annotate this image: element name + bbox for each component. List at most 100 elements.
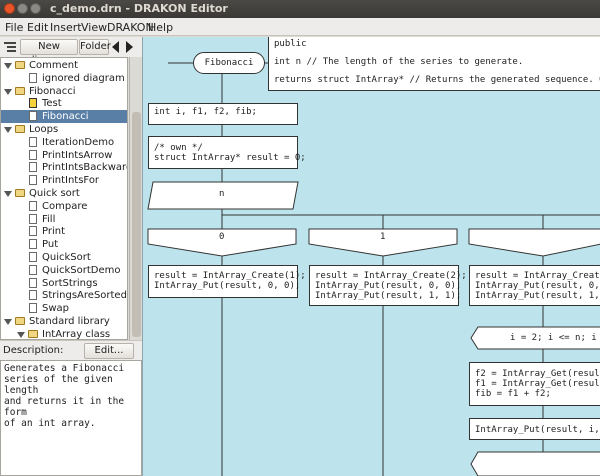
case-0-label: 0 (219, 232, 225, 242)
tree-item[interactable]: Test (1, 97, 127, 110)
tree-item[interactable]: ignored diagram (1, 72, 127, 85)
folder-icon (15, 125, 25, 133)
menu-insert[interactable]: Insert (50, 21, 82, 34)
tree-item[interactable]: Fill (1, 213, 127, 226)
folder-icon (15, 317, 25, 325)
diagram-icon (29, 72, 37, 83)
tree-item[interactable]: PrintIntsFor (1, 174, 127, 187)
tree-item[interactable]: QuickSortDemo (1, 264, 127, 277)
tree-item[interactable]: Fibonacci (1, 110, 127, 124)
tree-folder[interactable]: Fibonacci (1, 85, 127, 98)
expander-icon[interactable] (4, 125, 12, 133)
tree-item-label: PrintIntsFor (42, 175, 100, 187)
expander-icon[interactable] (4, 61, 12, 69)
expander-icon[interactable] (4, 189, 12, 197)
case-1-label: 1 (380, 232, 386, 242)
list-icon[interactable] (4, 41, 16, 53)
diagram-icon (29, 136, 37, 147)
back-arrow-icon[interactable] (112, 41, 119, 53)
tree-item[interactable]: SortStrings (1, 277, 127, 290)
close-window-button[interactable] (4, 3, 15, 14)
diagram-icon (29, 277, 37, 288)
folder-icon (15, 86, 25, 95)
description-label: Description: (3, 345, 64, 356)
tree-scrollbar[interactable] (129, 57, 142, 340)
menu-file[interactable]: File (5, 21, 23, 34)
diagram-icon (29, 226, 37, 237)
params-box[interactable]: public int n // The length of the series… (268, 37, 600, 91)
title-bar: c_demo.drn - DRAKON Editor (0, 0, 600, 18)
tree-item[interactable]: Swap (1, 302, 127, 315)
diagram-title-box[interactable]: Fibonacci (193, 52, 265, 74)
action-case-1[interactable]: result = IntArray_Create(2); IntArray_Pu… (309, 265, 467, 306)
menu-view[interactable]: View (81, 21, 107, 34)
tree-item-label: Loops (29, 124, 59, 135)
menu-help[interactable]: Help (148, 21, 173, 34)
tree-item[interactable]: PrintIntsArrow (1, 149, 127, 162)
tree-folder[interactable]: IntArray class (1, 328, 127, 340)
expander-icon[interactable] (17, 330, 25, 338)
window-title: c_demo.drn - DRAKON Editor (50, 2, 228, 15)
menu-drakon[interactable]: DRAKON (107, 21, 154, 34)
tree-item-label: Put (42, 239, 59, 251)
tree-item-label: Fibonacci (29, 85, 76, 97)
tree-item-label: Fibonacci (42, 111, 89, 123)
action-case-0[interactable]: result = IntArray_Create(1); IntArray_Pu… (148, 265, 306, 298)
own-box[interactable]: /* own */ struct IntArray* result = 0; (148, 136, 306, 169)
tree-item-label: IntArray class (42, 328, 111, 340)
diagram-icon (29, 200, 37, 211)
diagram-canvas[interactable]: Fibonacci public int n // The length of … (142, 37, 600, 476)
tree-item-label: PrintIntsBackward (42, 162, 128, 174)
tree-item-label: Fill (42, 213, 56, 225)
tree-item[interactable]: Print (1, 225, 127, 238)
forward-arrow-icon[interactable] (126, 41, 133, 53)
description-bar: Description: Edit... (0, 340, 142, 360)
diagram-tree[interactable]: Comment ignored diagram Fibonacci Test Fibon… (0, 57, 128, 340)
tree-folder[interactable]: Comment (1, 59, 127, 72)
fib-calc-box[interactable]: f2 = IntArray_Get(result, i f1 = IntArra… (469, 362, 600, 406)
tree-item[interactable]: IterationDemo (1, 136, 127, 149)
minimize-window-button[interactable] (17, 3, 28, 14)
maximize-window-button[interactable] (30, 3, 41, 14)
tree-toolbar: New diagram Folder (0, 37, 142, 66)
diagram-icon (29, 252, 37, 262)
tree-folder[interactable]: Loops (1, 123, 127, 136)
diagram-icon (29, 264, 37, 275)
folder-icon (28, 329, 38, 338)
new-diagram-button[interactable]: New diagram (20, 39, 78, 66)
tree-item[interactable]: QuickSort (1, 251, 127, 264)
tree-item-label: Print (42, 226, 66, 238)
description-text: Generates a Fibonacci series of the give… (0, 360, 142, 476)
tree-item[interactable]: StringsAreSorted (1, 289, 127, 302)
expander-icon[interactable] (4, 87, 12, 95)
folder-icon (15, 61, 25, 69)
loop-label: i = 2; i <= n; i += (510, 333, 597, 343)
put-fib-box[interactable]: IntArray_Put(result, i, fib) (469, 418, 600, 440)
new-folder-button[interactable]: Folder (79, 39, 111, 55)
tree-item[interactable]: Put (1, 238, 127, 251)
diagram-icon (29, 111, 37, 122)
tree-item-label: ignored diagram (42, 72, 125, 84)
diagram-icon (29, 303, 37, 314)
tree-item-label: QuickSortDemo (42, 264, 121, 276)
tree-item-label: Standard library (29, 316, 110, 327)
scrollbar-thumb[interactable] (132, 112, 141, 337)
edit-description-button[interactable]: Edit... (84, 343, 134, 359)
tree-item[interactable]: PrintIntsBackward (1, 161, 128, 174)
tree-item-label: PrintIntsArrow (42, 149, 113, 161)
diagram-icon (29, 213, 37, 224)
tree-folder[interactable]: Quick sort (1, 187, 127, 200)
menu-edit[interactable]: Edit (27, 21, 48, 34)
declaration-box[interactable]: int i, f1, f2, fib; (148, 103, 298, 125)
diagram-icon (29, 239, 37, 250)
diagram-icon (29, 290, 37, 301)
tree-item-label: StringsAreSorted (42, 290, 127, 302)
tree-item[interactable]: Compare (1, 200, 127, 213)
tree-folder[interactable]: Standard library (1, 315, 127, 328)
tree-item-label: IterationDemo (42, 136, 115, 148)
expander-icon[interactable] (4, 317, 12, 325)
folder-icon (15, 189, 25, 197)
action-case-2[interactable]: result = IntArray_Create(n + IntArray_Pu… (469, 265, 600, 306)
tree-item-label: Quick sort (29, 188, 80, 199)
select-label: n (219, 189, 225, 199)
